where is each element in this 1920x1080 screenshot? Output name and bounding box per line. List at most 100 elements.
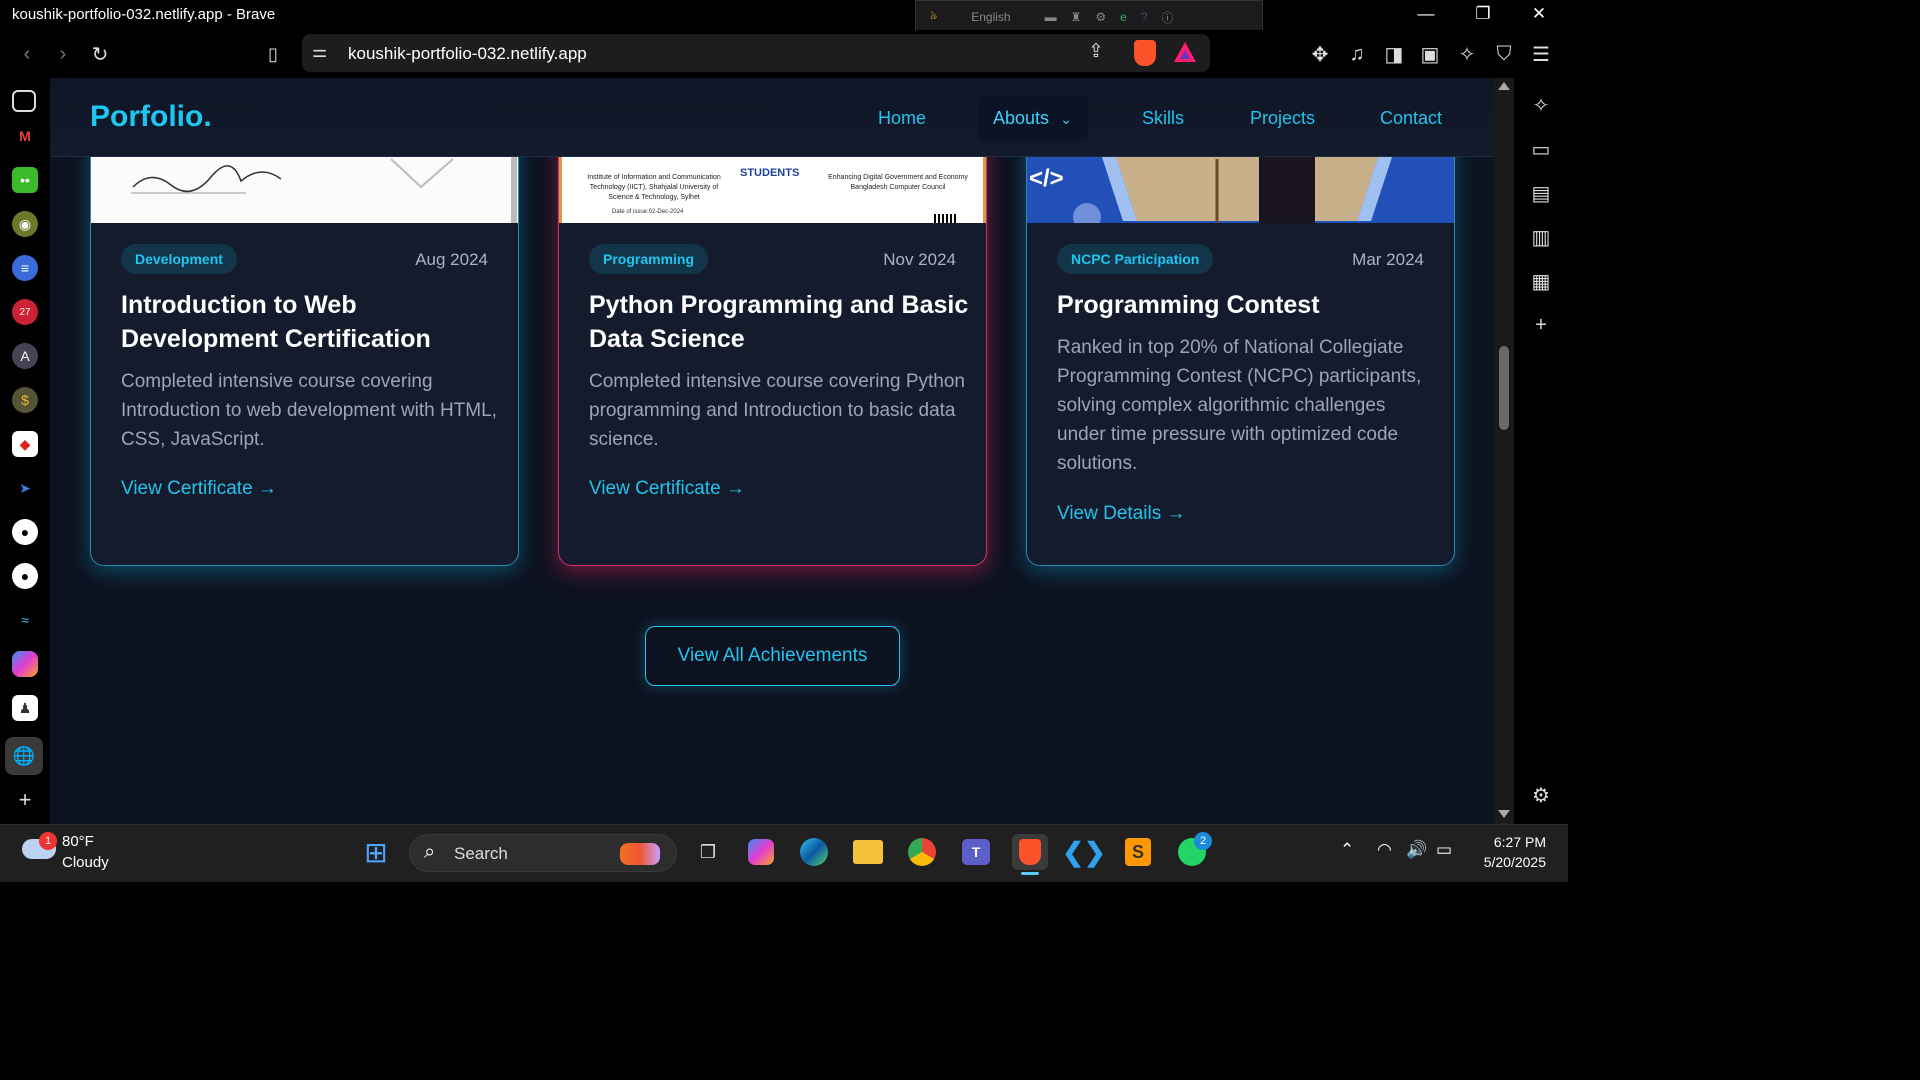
settings-icon[interactable]: ⚙ — [1095, 10, 1106, 24]
restore-icon[interactable]: ❐ — [1463, 4, 1503, 24]
teams-icon[interactable]: T — [958, 834, 994, 870]
app-icon-docs[interactable]: ≡ — [12, 255, 38, 281]
weather-widget[interactable]: 80°F Cloudy — [62, 833, 109, 871]
info-icon[interactable]: ⓘ — [1162, 9, 1174, 26]
volume-icon[interactable]: 🔊 — [1406, 840, 1427, 860]
sublime-icon[interactable]: S — [1120, 834, 1156, 870]
sidebar-toggle-icon[interactable]: ◨ — [1380, 40, 1408, 68]
add-panel-icon[interactable]: + — [12, 787, 38, 813]
chevron-down-icon[interactable]: ⌄ — [1060, 111, 1072, 127]
view-details-link[interactable]: View Details → — [1057, 503, 1185, 525]
card-description: Completed intensive course covering Intr… — [121, 371, 497, 450]
active-app-indicator — [1021, 872, 1039, 875]
back-icon[interactable]: ‹ — [13, 40, 41, 68]
app-icon-coin[interactable]: $ — [12, 387, 38, 413]
scroll-up-icon[interactable] — [1498, 82, 1510, 90]
add-icon[interactable]: + — [1528, 312, 1554, 338]
card-title: Introduction to Web Development Certific… — [121, 291, 431, 353]
app-icon-diamond[interactable]: ◆ — [12, 431, 38, 457]
settings-icon[interactable]: ⚙ — [1528, 782, 1554, 808]
minimize-icon[interactable]: — — [1406, 4, 1446, 24]
battery-icon[interactable]: ▭ — [1436, 840, 1452, 860]
bookmarks-icon[interactable]: ▥ — [1528, 224, 1554, 250]
leo-ai-icon[interactable]: ✧ — [1528, 92, 1554, 118]
brave-rewards-icon[interactable] — [1174, 42, 1196, 62]
taskbar-search[interactable]: ⌕ Search — [409, 834, 677, 872]
system-clock[interactable]: 6:27 PM 5/20/2025 — [1474, 832, 1546, 872]
certificate-issuer-left: Institute of Information and Communicati… — [587, 174, 721, 201]
notification-badge: 1 — [39, 832, 57, 850]
scroll-down-icon[interactable] — [1498, 810, 1510, 818]
wifi-icon[interactable]: ◠ — [1377, 840, 1392, 860]
tailwind-icon[interactable]: ≈ — [12, 607, 38, 633]
certificate-issuer-right: Enhancing Digital Government and Economy… — [828, 174, 968, 191]
right-sidebar: ✧ ▭ ▤ ▥ ▦ + ⚙ — [1514, 78, 1568, 824]
search-icon: ⌕ — [424, 841, 436, 863]
media-panel-icon[interactable]: ▭ — [1528, 136, 1554, 162]
site-navbar: Porfolio. Home Abouts ⌄ Skills Projects … — [50, 78, 1494, 157]
app-icon-green[interactable]: •• — [12, 167, 38, 193]
copilot-icon[interactable] — [12, 651, 38, 677]
tool-icon[interactable]: ♜ — [1071, 10, 1082, 24]
brave-shields-icon[interactable] — [1134, 40, 1156, 66]
github-icon[interactable]: ● — [12, 519, 38, 545]
file-explorer-icon[interactable] — [850, 834, 886, 870]
site-logo[interactable]: Porfolio. — [90, 100, 212, 134]
wallet-icon[interactable]: ▤ — [1528, 180, 1554, 206]
category-tag: Development — [121, 244, 237, 274]
app-icon-calendar[interactable]: 27 — [12, 299, 38, 325]
brave-icon[interactable] — [1012, 834, 1048, 870]
card-description: Ranked in top 20% of National Collegiate… — [1057, 337, 1422, 474]
reading-list-icon[interactable]: ▦ — [1528, 268, 1554, 294]
language-label[interactable]: English — [971, 10, 1010, 24]
share-icon[interactable]: ⇪ — [1088, 40, 1104, 63]
show-hidden-icons[interactable]: ⌃ — [1340, 840, 1354, 860]
close-icon[interactable]: ✕ — [1519, 4, 1559, 24]
site-settings-icon[interactable]: ⚌ — [312, 42, 327, 62]
chrome-icon[interactable] — [904, 834, 940, 870]
page-scrollbar[interactable] — [1494, 78, 1514, 824]
gmail-icon[interactable]: M — [12, 123, 38, 149]
forward-icon[interactable]: › — [49, 40, 77, 68]
app-icon-bird[interactable]: ➤ — [12, 475, 38, 501]
scroll-thumb[interactable] — [1499, 346, 1509, 430]
nav-abouts[interactable]: Abouts ⌄ — [993, 108, 1072, 129]
github-icon[interactable]: ● — [12, 563, 38, 589]
app-icon-person[interactable]: ♟ — [12, 695, 38, 721]
browser-icon[interactable]: e — [1120, 10, 1127, 24]
copilot-icon[interactable] — [743, 834, 779, 870]
task-view-icon[interactable]: ❐ — [690, 834, 726, 870]
view-certificate-link[interactable]: View Certificate → — [121, 478, 277, 500]
vscode-icon[interactable]: ❮❯ — [1062, 834, 1106, 870]
keyboard-icon[interactable]: ▬ — [1045, 10, 1057, 24]
app-icon-a[interactable]: A — [12, 343, 38, 369]
help-icon[interactable]: ? — [1141, 10, 1148, 24]
view-certificate-link[interactable]: View Certificate → — [589, 478, 745, 500]
ime-icon[interactable]: ঌ — [930, 7, 937, 27]
card-title: Python Programming and Basic Data Scienc… — [589, 291, 969, 353]
nav-skills[interactable]: Skills — [1142, 108, 1184, 129]
nav-home[interactable]: Home — [878, 108, 926, 129]
app-icon-android[interactable]: ◉ — [12, 211, 38, 237]
edge-icon[interactable] — [796, 834, 832, 870]
reload-icon[interactable]: ↻ — [86, 40, 114, 68]
leo-ai-icon[interactable]: ✧ — [1453, 40, 1481, 68]
vpn-shield-icon[interactable]: ⛉ — [1490, 40, 1518, 68]
media-icon[interactable]: ♫ — [1343, 40, 1371, 68]
page-viewport: Development Aug 2024 Introduction to Web… — [50, 78, 1494, 824]
view-all-achievements-button[interactable]: View All Achievements — [645, 626, 900, 686]
bookmark-icon[interactable]: ▯ — [259, 40, 287, 68]
nav-abouts-label[interactable]: Abouts — [993, 108, 1049, 128]
nav-contact[interactable]: Contact — [1380, 108, 1442, 129]
wallet-icon[interactable]: ▣ — [1416, 40, 1444, 68]
sidebar-panel-icon[interactable] — [12, 90, 36, 112]
globe-icon[interactable]: 🌐 — [5, 737, 43, 775]
extensions-icon[interactable]: ✥ — [1306, 40, 1334, 68]
menu-icon[interactable]: ☰ — [1527, 40, 1555, 68]
language-bar[interactable]: ঌ English ▬ ♜ ⚙ e ? ⓘ — [915, 0, 1263, 34]
url-text[interactable]: koushik-portfolio-032.netlify.app — [348, 44, 587, 64]
start-icon[interactable]: ⊞ — [358, 834, 394, 870]
whatsapp-badge: 2 — [1194, 832, 1212, 850]
address-bar[interactable]: ⚌ koushik-portfolio-032.netlify.app ⇪ — [302, 34, 1210, 72]
nav-projects[interactable]: Projects — [1250, 108, 1315, 129]
